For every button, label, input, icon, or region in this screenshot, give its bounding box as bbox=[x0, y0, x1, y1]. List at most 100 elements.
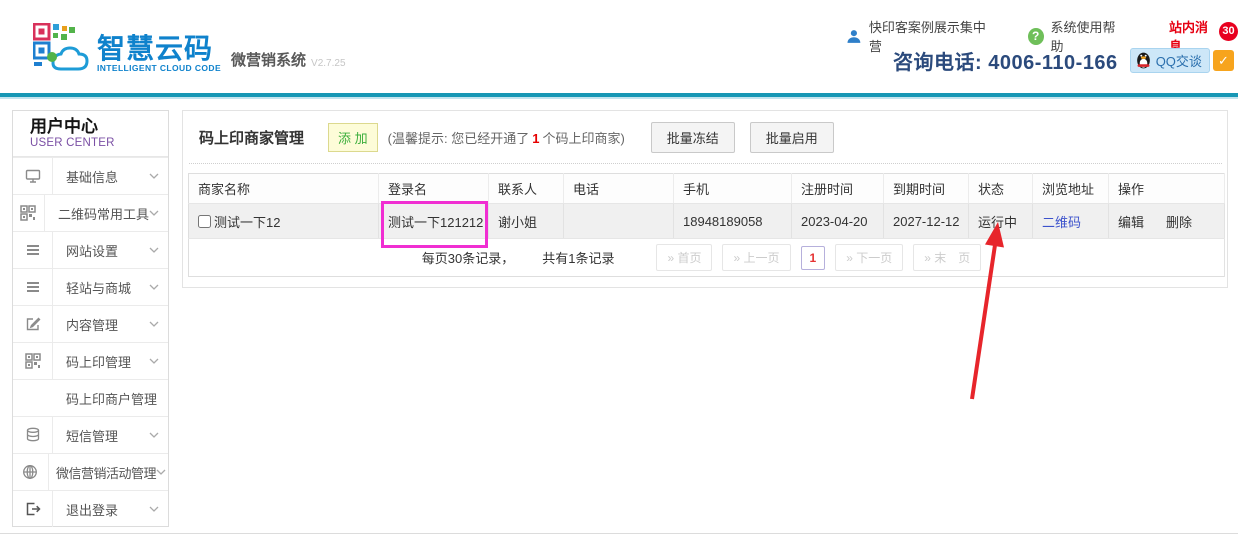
user-icon bbox=[846, 28, 862, 45]
dotted-divider bbox=[189, 163, 1222, 164]
sidebar-subtitle: USER CENTER bbox=[30, 137, 168, 149]
sidebar-item-label: 微信营销活动管理 bbox=[56, 463, 156, 482]
view-address-cell: 二维码 bbox=[1033, 204, 1109, 239]
col-view-address: 浏览地址 bbox=[1033, 174, 1109, 204]
brand-tagline: INTELLIGENT CLOUD CODE bbox=[97, 63, 221, 73]
col-login-name: 登录名 bbox=[379, 174, 489, 204]
actions-cell: 编辑 删除 bbox=[1109, 204, 1225, 239]
hotline-label: 咨询电话: bbox=[893, 52, 982, 74]
brand-text: 智慧云码 INTELLIGENT CLOUD CODE bbox=[97, 34, 221, 73]
chevron-down-icon bbox=[156, 469, 166, 475]
merchant-table: 商家名称 登录名 联系人 电话 手机 注册时间 到期时间 状态 浏览地址 操作 … bbox=[188, 173, 1225, 277]
page-title-row: 码上印商家管理 添 加 (温馨提示: 您已经开通了1个码上印商家) 批量冻结 批… bbox=[199, 124, 1215, 151]
col-contact: 联系人 bbox=[489, 174, 564, 204]
merchant-name-cell: 测试一下12 bbox=[189, 204, 379, 239]
cloud-qrcode-logo-icon bbox=[33, 23, 89, 73]
table-row: 测试一下12 测试一下121212 谢小姐 18948189058 2023-0… bbox=[189, 204, 1225, 239]
telephone-cell bbox=[564, 204, 674, 239]
sidebar-item-content-management[interactable]: 内容管理 bbox=[13, 305, 168, 342]
col-status: 状态 bbox=[969, 174, 1033, 204]
register-time-cell: 2023-04-20 bbox=[792, 204, 884, 239]
qq-penguin-icon bbox=[1135, 51, 1152, 70]
pagination-row: 每页30条记录， 共有1条记录 » 首页 » 上一页 1 » 下一页 » 末 页 bbox=[189, 239, 1225, 277]
batch-enable-button[interactable]: 批量启用 bbox=[750, 122, 834, 153]
qq-chat-button[interactable]: QQ交谈 bbox=[1130, 48, 1210, 73]
menu-lines-icon bbox=[13, 232, 53, 268]
monitor-icon bbox=[13, 158, 53, 194]
sidebar-item-label: 网站设置 bbox=[66, 241, 118, 260]
header-contact-row: 咨询电话: 4006-110-166 QQ交谈 ✓ bbox=[893, 46, 1234, 75]
delete-link[interactable]: 删除 bbox=[1166, 215, 1192, 230]
magenta-highlight-box bbox=[381, 201, 488, 248]
chevron-down-icon bbox=[149, 432, 159, 438]
col-actions: 操作 bbox=[1109, 174, 1225, 204]
sidebar-title: 用户中心 bbox=[30, 117, 168, 137]
page-title: 码上印商家管理 bbox=[199, 127, 304, 148]
edit-link[interactable]: 编辑 bbox=[1118, 215, 1144, 230]
version-label: V2.7.25 bbox=[311, 58, 345, 73]
qrcode-icon bbox=[13, 343, 53, 379]
qq-chat-label: QQ交谈 bbox=[1156, 51, 1202, 70]
sidebar-item-print-code-management[interactable]: 码上印管理 bbox=[13, 342, 168, 379]
chevron-down-icon bbox=[149, 284, 159, 290]
merchant-name: 测试一下12 bbox=[214, 212, 280, 231]
col-mobile: 手机 bbox=[674, 174, 792, 204]
last-page-button[interactable]: » 末 页 bbox=[913, 244, 981, 271]
main-panel: 码上印商家管理 添 加 (温馨提示: 您已经开通了1个码上印商家) 批量冻结 批… bbox=[182, 110, 1228, 288]
col-telephone: 电话 bbox=[564, 174, 674, 204]
contact-cell: 谢小姐 bbox=[489, 204, 564, 239]
chevron-down-icon bbox=[149, 247, 159, 253]
tip-count: 1 bbox=[529, 131, 542, 146]
sidebar-item-sms-management[interactable]: 短信管理 bbox=[13, 416, 168, 453]
sidebar-item-label: 二维码常用工具 bbox=[58, 204, 149, 223]
mobile-cell: 18948189058 bbox=[674, 204, 792, 239]
cloud-shape bbox=[53, 48, 87, 69]
sidebar-item-label: 码上印管理 bbox=[66, 352, 131, 371]
sidebar-item-logout[interactable]: 退出登录 bbox=[13, 490, 168, 527]
sidebar-item-lite-site-mall[interactable]: 轻站与商城 bbox=[13, 268, 168, 305]
row-select-checkbox[interactable] bbox=[198, 215, 211, 228]
sidebar-item-label: 基础信息 bbox=[66, 167, 118, 186]
qq-verified-icon[interactable]: ✓ bbox=[1213, 50, 1234, 71]
hotline-number: 4006-110-166 bbox=[988, 52, 1117, 74]
first-page-button[interactable]: » 首页 bbox=[656, 244, 712, 271]
sidebar-item-label: 退出登录 bbox=[66, 500, 118, 519]
menu-lines-icon bbox=[13, 269, 53, 305]
product-name: 微营销系统 bbox=[231, 49, 306, 73]
tip-suffix: 个码上印商家) bbox=[542, 131, 624, 146]
col-merchant-name: 商家名称 bbox=[189, 174, 379, 204]
tip-text: (温馨提示: 您已经开通了1个码上印商家) bbox=[388, 128, 625, 147]
sidebar-item-qrcode-tools[interactable]: 二维码常用工具 bbox=[13, 194, 168, 231]
sidebar: 用户中心 USER CENTER 基础信息 二维码常用工具 网站设置 bbox=[12, 110, 169, 527]
current-page-button[interactable]: 1 bbox=[801, 246, 826, 270]
empty-icon-cell bbox=[13, 380, 53, 416]
batch-freeze-button[interactable]: 批量冻结 bbox=[651, 122, 735, 153]
sidebar-item-print-code-merchant-management[interactable]: 码上印商户管理 bbox=[13, 379, 168, 416]
brand-logo-group: 智慧云码 INTELLIGENT CLOUD CODE 微营销系统 V2.7.2… bbox=[33, 23, 346, 73]
sidebar-item-basic-info[interactable]: 基础信息 bbox=[13, 157, 168, 194]
qrcode-icon bbox=[13, 195, 45, 231]
add-merchant-button[interactable]: 添 加 bbox=[328, 123, 378, 152]
sidebar-item-wechat-marketing-management[interactable]: 微信营销活动管理 bbox=[13, 453, 168, 490]
page-size-text: 每页30条记录， bbox=[422, 248, 514, 267]
prev-page-button[interactable]: » 上一页 bbox=[722, 244, 790, 271]
globe-icon bbox=[13, 454, 49, 490]
sidebar-item-label: 轻站与商城 bbox=[66, 278, 131, 297]
chevron-down-icon bbox=[149, 506, 159, 512]
table-header-row: 商家名称 登录名 联系人 电话 手机 注册时间 到期时间 状态 浏览地址 操作 bbox=[189, 174, 1225, 204]
tip-prefix: (温馨提示: 您已经开通了 bbox=[388, 131, 530, 146]
total-records-text: 共有1条记录 bbox=[542, 248, 614, 267]
sidebar-item-label: 内容管理 bbox=[66, 315, 118, 334]
col-expire-time: 到期时间 bbox=[884, 174, 969, 204]
database-icon bbox=[13, 417, 53, 453]
qrcode-link[interactable]: 二维码 bbox=[1042, 215, 1081, 230]
next-page-button[interactable]: » 下一页 bbox=[835, 244, 903, 271]
logout-icon bbox=[13, 491, 53, 527]
sidebar-item-label: 短信管理 bbox=[66, 426, 118, 445]
brand-name: 智慧云码 bbox=[97, 34, 221, 63]
chevron-down-icon bbox=[149, 210, 159, 216]
edit-icon bbox=[13, 306, 53, 342]
sidebar-item-site-settings[interactable]: 网站设置 bbox=[13, 231, 168, 268]
header-accent-bar-light bbox=[0, 97, 1238, 99]
expire-time-cell: 2027-12-12 bbox=[884, 204, 969, 239]
